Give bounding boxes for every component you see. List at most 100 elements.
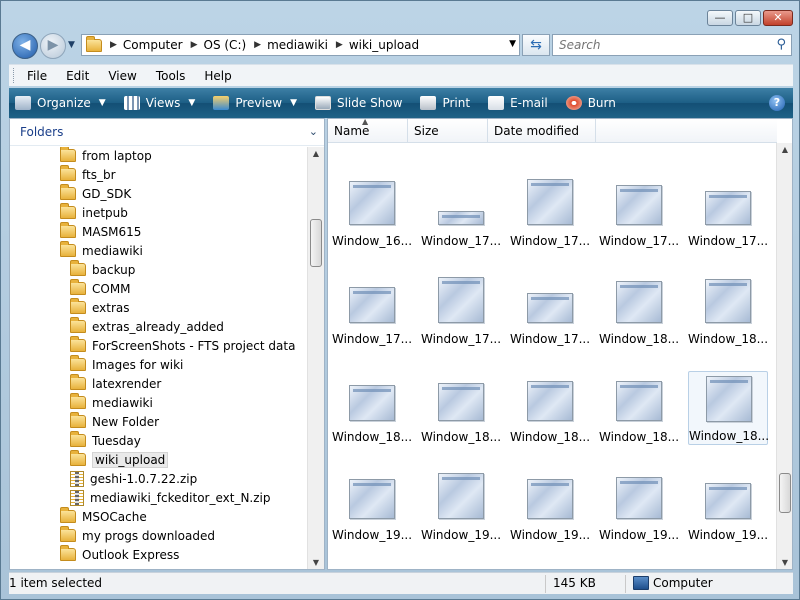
file-scrollbar[interactable]: ▲ ▼ — [776, 143, 792, 569]
tree-item[interactable]: inetpub — [60, 203, 128, 222]
tree-item[interactable]: GD_SDK — [60, 184, 131, 203]
caption-buttons: — □ ✕ — [707, 10, 793, 26]
views-label: Views — [145, 96, 181, 110]
tree-item[interactable]: Images for wiki — [70, 355, 183, 374]
back-button[interactable]: ◀ — [12, 33, 38, 59]
file-thumbnail[interactable]: Window_17... — [510, 273, 590, 347]
file-thumbnail[interactable]: Window_18... — [688, 273, 768, 347]
file-thumbnail[interactable]: Window_18... — [421, 371, 501, 445]
slideshow-icon — [314, 96, 331, 110]
file-thumbnail[interactable]: Window_18... — [510, 371, 590, 445]
file-name: Window_18... — [332, 430, 413, 444]
tree-item[interactable]: Outlook Express — [60, 545, 179, 564]
refresh-button[interactable]: ⇆ — [522, 34, 550, 56]
search-icon[interactable]: ⚲ — [776, 37, 786, 52]
folders-header[interactable]: Folders ⌄ — [10, 119, 324, 146]
tree-item[interactable]: extras_already_added — [70, 317, 224, 336]
envelope-icon — [488, 96, 505, 110]
file-thumbnail[interactable]: Window_17... — [510, 175, 590, 249]
tree-item[interactable]: wiki_upload — [70, 450, 169, 469]
search-input[interactable] — [553, 35, 763, 55]
column-size[interactable]: Size — [408, 119, 488, 143]
file-thumbnail[interactable]: Window_17... — [421, 273, 501, 347]
help-icon[interactable]: ? — [769, 95, 785, 111]
tree-item[interactable]: mediawiki — [70, 393, 153, 412]
breadcrumb-wiki-upload[interactable]: wiki_upload — [349, 38, 419, 52]
preview-button[interactable]: Preview ▼ — [213, 96, 297, 110]
tree-item[interactable]: MSOCache — [60, 507, 147, 526]
tree-scrollbar[interactable]: ▲ ▼ — [307, 147, 324, 569]
menu-edit[interactable]: Edit — [66, 69, 89, 83]
file-thumbnail[interactable]: Window_18... — [688, 371, 769, 445]
tree-item[interactable]: from laptop — [60, 147, 152, 165]
scroll-up-icon[interactable]: ▲ — [308, 149, 324, 158]
menu-file[interactable]: File — [27, 69, 47, 83]
menu-view[interactable]: View — [108, 69, 136, 83]
folder-icon — [60, 507, 76, 523]
minimize-button[interactable]: — — [707, 10, 733, 26]
file-thumbnail[interactable]: Window_16... — [332, 175, 412, 249]
chevron-down-icon: ▼ — [290, 98, 297, 108]
file-thumbnail[interactable]: Window_17... — [688, 175, 768, 249]
print-button[interactable]: Print — [420, 96, 470, 110]
tree-item-label: geshi-1.0.7.22.zip — [90, 471, 198, 486]
maximize-button[interactable]: □ — [735, 10, 761, 26]
recent-pages-dropdown[interactable]: ▼ — [68, 40, 75, 50]
breadcrumb-separator-icon[interactable]: ▶ — [191, 40, 198, 50]
close-button[interactable]: ✕ — [763, 10, 793, 26]
scroll-down-icon[interactable]: ▼ — [308, 558, 324, 567]
address-bar[interactable]: ▶ Computer ▶ OS (C:) ▶ mediawiki ▶ wiki_… — [81, 34, 520, 56]
tree-item[interactable]: COMM — [70, 279, 131, 298]
file-thumbnail[interactable]: Window_18... — [599, 371, 679, 445]
email-button[interactable]: E-mail — [488, 96, 548, 110]
file-thumbnail[interactable]: Window_19... — [688, 469, 768, 543]
file-thumbnail[interactable]: Window_19... — [332, 469, 412, 543]
tree-item[interactable]: fts_br — [60, 165, 116, 184]
tree-item[interactable]: mediawiki — [60, 241, 143, 260]
column-header: ▲ Name Size Date modified — [328, 119, 777, 143]
file-thumbnail[interactable]: Window_18... — [599, 273, 679, 347]
file-thumbnail[interactable]: Window_17... — [599, 175, 679, 249]
breadcrumb-os-c[interactable]: OS (C:) — [204, 38, 247, 52]
tree-item[interactable]: Tuesday — [70, 431, 141, 450]
tree-item[interactable]: MASM615 — [60, 222, 141, 241]
scroll-down-icon[interactable]: ▼ — [777, 558, 792, 567]
chevron-down-icon[interactable]: ▼ — [509, 39, 516, 49]
file-name: Window_17... — [421, 234, 502, 248]
tree-item[interactable]: New Folder — [70, 412, 159, 431]
breadcrumb-separator-icon[interactable]: ▶ — [336, 40, 343, 50]
file-thumbnail[interactable]: Window_19... — [421, 469, 501, 543]
folder-icon — [60, 222, 76, 238]
zip-file-icon — [70, 470, 84, 487]
tree-item[interactable]: mediawiki_fckeditor_ext_N.zip — [70, 488, 271, 507]
scroll-up-icon[interactable]: ▲ — [777, 145, 792, 154]
menu-help[interactable]: Help — [204, 69, 231, 83]
organize-button[interactable]: Organize ▼ — [15, 96, 106, 110]
tree-item[interactable]: my progs downloaded — [60, 526, 215, 545]
file-thumbnail[interactable]: Window_17... — [421, 175, 501, 249]
file-scroll-thumb[interactable] — [779, 473, 791, 513]
file-thumbnail[interactable]: Window_19... — [510, 469, 590, 543]
tree-item[interactable]: backup — [70, 260, 135, 279]
breadcrumb-mediawiki[interactable]: mediawiki — [267, 38, 328, 52]
slideshow-button[interactable]: Slide Show — [314, 96, 402, 110]
tree-item[interactable]: extras — [70, 298, 130, 317]
column-name[interactable]: ▲ Name — [328, 119, 408, 143]
tree-item[interactable]: geshi-1.0.7.22.zip — [70, 469, 197, 488]
column-date-modified[interactable]: Date modified — [488, 119, 596, 143]
views-button[interactable]: Views ▼ — [123, 96, 195, 110]
file-thumbnail[interactable]: Window_18... — [332, 371, 412, 445]
menu-tools[interactable]: Tools — [156, 69, 186, 83]
file-thumbnail[interactable]: Window_17... — [332, 273, 412, 347]
forward-button[interactable]: ▶ — [40, 33, 66, 59]
burn-button[interactable]: Burn — [565, 96, 616, 110]
breadcrumb-separator-icon[interactable]: ▶ — [110, 40, 117, 50]
chevron-down-icon[interactable]: ⌄ — [309, 125, 318, 138]
minimize-icon: — — [714, 11, 726, 24]
tree-item[interactable]: ForScreenShots - FTS project data — [70, 336, 295, 355]
file-thumbnail[interactable]: Window_19... — [599, 469, 679, 543]
tree-scroll-thumb[interactable] — [310, 219, 322, 267]
breadcrumb-separator-icon[interactable]: ▶ — [254, 40, 261, 50]
breadcrumb-computer[interactable]: Computer — [123, 38, 183, 52]
tree-item[interactable]: latexrender — [70, 374, 161, 393]
